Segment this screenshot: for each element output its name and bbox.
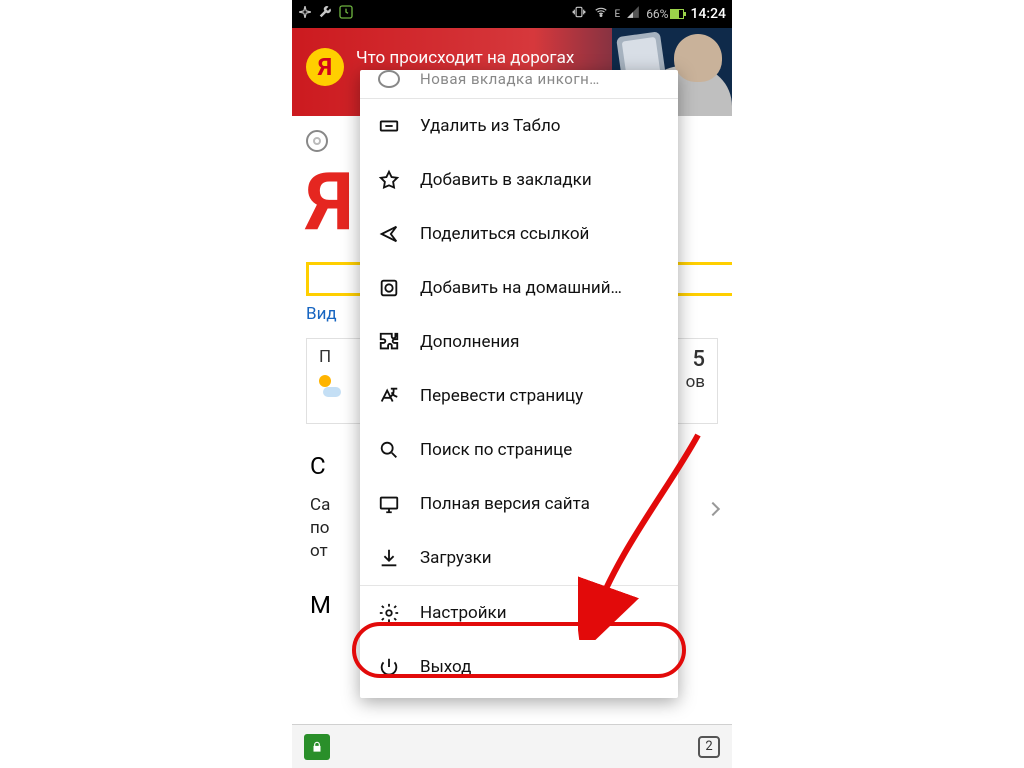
location-icon[interactable] — [306, 130, 328, 152]
lock-icon[interactable] — [304, 734, 330, 760]
menu-label: Удалить из Табло — [420, 116, 560, 136]
download-icon — [378, 547, 400, 569]
search-icon — [378, 439, 400, 461]
menu-label: Полная версия сайта — [420, 494, 590, 514]
gear-icon — [378, 602, 400, 624]
homescreen-icon — [378, 277, 400, 299]
menu-item-new-incognito[interactable]: Новая вкладка инкогн… — [360, 70, 678, 98]
forecast-unit: ов — [686, 372, 705, 392]
battery-indicator: 66% — [646, 7, 684, 21]
chevron-right-icon — [706, 502, 720, 516]
article-line3: от — [310, 540, 330, 563]
menu-item-remove-tablo[interactable]: Удалить из Табло — [360, 99, 678, 153]
article-line2: по — [310, 517, 330, 540]
weather-icon — [319, 375, 343, 399]
tab-count: 2 — [705, 739, 712, 754]
status-bar: E 66% 14:24 — [292, 0, 732, 28]
menu-label: Добавить в закладки — [420, 170, 592, 190]
menu-label: Поиск по странице — [420, 440, 572, 460]
status-left — [298, 4, 354, 24]
wrench-icon — [318, 5, 332, 23]
menu-item-add-homescreen[interactable]: Добавить на домашний… — [360, 261, 678, 315]
phone-viewport: E 66% 14:24 Я Что происходит на дорогах — [292, 0, 732, 768]
forecast-number: 5 — [686, 347, 705, 372]
banner-headline: Что происходит на дорогах — [356, 48, 574, 68]
battery-pct: 66% — [646, 7, 668, 21]
menu-item-exit[interactable]: Выход — [360, 640, 678, 694]
menu-item-settings[interactable]: Настройки — [360, 586, 678, 640]
menu-label: Поделиться ссылкой — [420, 224, 589, 244]
yandex-logo-badge: Я — [306, 48, 344, 86]
star-icon — [378, 169, 400, 191]
menu-label: Новая вкладка инкогн… — [420, 70, 600, 88]
clock: 14:24 — [690, 6, 726, 22]
share-icon — [378, 223, 400, 245]
menu-label: Перевести страницу — [420, 386, 583, 406]
update-icon — [338, 4, 354, 24]
translate-icon — [378, 385, 400, 407]
circle-icon — [378, 70, 400, 88]
menu-label: Дополнения — [420, 332, 519, 352]
menu-label: Загрузки — [420, 548, 492, 568]
menu-item-add-bookmark[interactable]: Добавить в закладки — [360, 153, 678, 207]
desktop-icon — [378, 493, 400, 515]
status-right: E 66% 14:24 — [571, 5, 727, 23]
menu-label: Выход — [420, 657, 471, 677]
menu-label: Добавить на домашний… — [420, 278, 622, 298]
puzzle-icon — [378, 331, 400, 353]
article-line1: Са — [310, 494, 330, 517]
menu-item-downloads[interactable]: Загрузки — [360, 531, 678, 585]
signal-icon — [626, 5, 640, 23]
remove-tile-icon — [378, 115, 400, 137]
gps-icon — [298, 5, 312, 23]
power-icon — [378, 656, 400, 678]
menu-item-share-link[interactable]: Поделиться ссылкой — [360, 207, 678, 261]
overflow-menu: Новая вкладка инкогн… Удалить из Табло Д… — [360, 70, 678, 698]
bottom-toolbar: 2 — [292, 724, 732, 768]
menu-item-find-in-page[interactable]: Поиск по странице — [360, 423, 678, 477]
menu-label: Настройки — [420, 603, 507, 623]
menu-item-desktop-site[interactable]: Полная версия сайта — [360, 477, 678, 531]
network-type: E — [615, 9, 621, 20]
vibrate-icon — [571, 5, 587, 23]
tabs-button[interactable]: 2 — [698, 736, 720, 758]
forecast-prefix: П — [319, 347, 343, 367]
menu-item-translate[interactable]: Перевести страницу — [360, 369, 678, 423]
wifi-icon — [593, 5, 609, 23]
menu-item-addons[interactable]: Дополнения — [360, 315, 678, 369]
